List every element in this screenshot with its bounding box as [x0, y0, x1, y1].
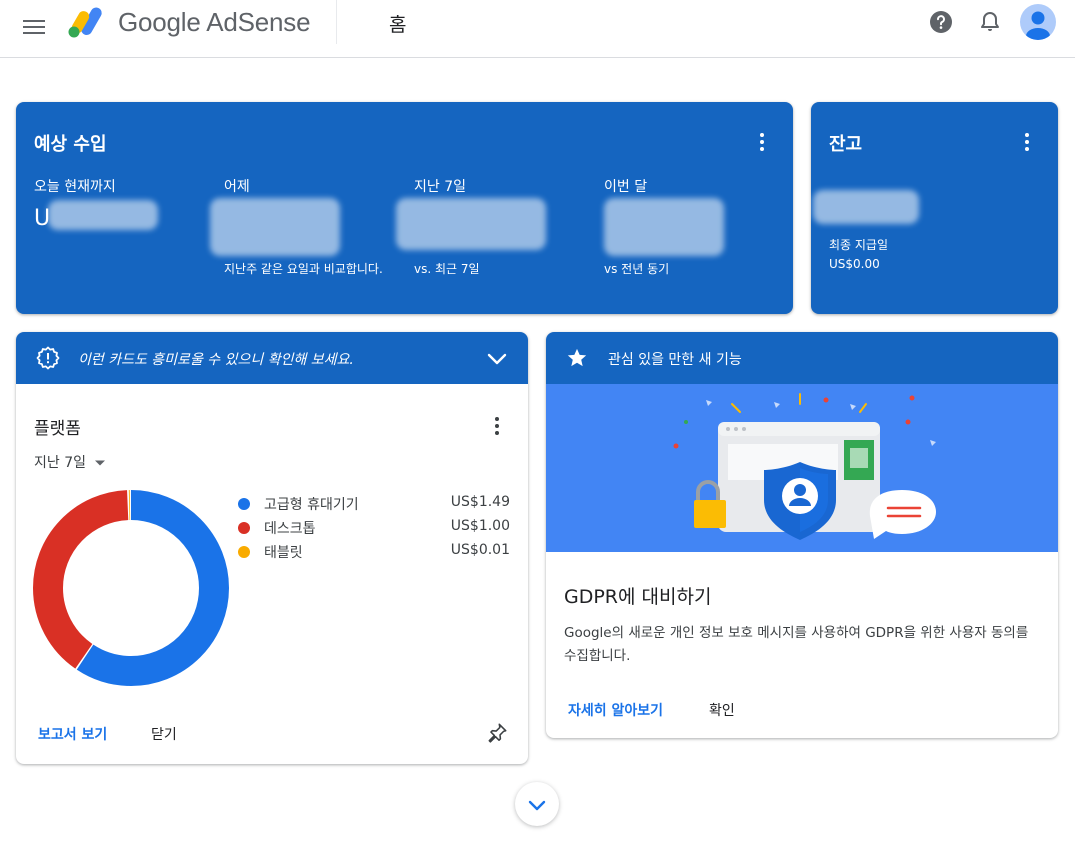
feature-header: 관심 있을 만한 새 기능: [546, 332, 1058, 384]
adsense-logo-icon: [68, 7, 102, 38]
redacted-value: [210, 198, 340, 256]
chevron-down-icon[interactable]: [486, 348, 508, 370]
platform-more-options-icon[interactable]: [487, 416, 507, 438]
legend-swatch: [238, 546, 250, 558]
estimated-earnings-card: 예상 수입 오늘 현재까지 어제 지난 7일 이번 달 U 지난주 같은 요일과…: [16, 102, 793, 314]
top-app-bar: Google AdSense 홈: [0, 0, 1075, 58]
earnings-col-yesterday: 어제: [224, 179, 250, 195]
dropdown-arrow-icon: [95, 460, 106, 466]
legend-value: US$1.49: [450, 494, 510, 510]
legend-label: 고급형 휴대기기: [264, 497, 359, 513]
balance-more-options-icon[interactable]: [1017, 132, 1037, 154]
feature-header-text: 관심 있을 만한 새 기능: [608, 352, 742, 368]
page-title: 홈: [389, 14, 407, 36]
learn-more-button[interactable]: 자세히 알아보기: [568, 700, 663, 720]
gdpr-description: Google의 새로운 개인 정보 보호 메시지를 사용하여 GDPR을 위한 …: [564, 625, 1029, 664]
redacted-value: [396, 198, 546, 250]
new-feature-card: 관심 있을 만한 새 기능 GDPR에 대비하기 Google의 새로운 개인 …: [546, 332, 1058, 738]
platform-title: 플랫폼: [34, 419, 81, 439]
account-avatar-icon: [1026, 11, 1050, 40]
legend-swatch: [238, 498, 250, 510]
brand-name: Google AdSense: [118, 7, 311, 37]
last-payment-value: US$0.00: [829, 257, 880, 271]
legend-value: US$0.01: [450, 542, 510, 558]
platform-donut-chart: [33, 490, 229, 686]
account-avatar[interactable]: [1020, 4, 1056, 40]
help-icon[interactable]: [929, 10, 953, 34]
scroll-down-button[interactable]: [515, 782, 559, 826]
gdpr-illustration-graphic: [673, 393, 936, 540]
suggestion-banner[interactable]: 이런 카드도 흥미로울 수 있으니 확인해 보세요.: [16, 332, 528, 384]
range-dropdown-label: 지난 7일: [34, 455, 86, 471]
legend-item-desktop: 데스크톱 US$1.00: [238, 518, 510, 538]
earnings-more-options-icon[interactable]: [752, 132, 772, 154]
suggestion-banner-text: 이런 카드도 흥미로울 수 있으니 확인해 보세요.: [78, 352, 354, 368]
confirm-button[interactable]: 확인: [709, 700, 735, 720]
legend-value: US$1.00: [450, 518, 510, 534]
legend-label: 데스크톱: [264, 521, 316, 537]
earnings-col-last7: 지난 7일: [414, 179, 466, 195]
earnings-note-month: vs 전년 동기: [604, 262, 670, 276]
chevron-down-icon: [528, 800, 546, 811]
star-icon: [567, 348, 587, 367]
gdpr-title: GDPR에 대비하기: [564, 586, 712, 608]
balance-card: 잔고 최종 지급일 US$0.00: [811, 102, 1058, 314]
earnings-title: 예상 수입: [34, 134, 107, 155]
close-card-button[interactable]: 닫기: [151, 724, 177, 744]
balance-title: 잔고: [829, 134, 863, 155]
redacted-value: [813, 190, 919, 224]
redacted-value: [48, 200, 158, 230]
header-divider: [336, 0, 337, 44]
gdpr-illustration: [546, 384, 1058, 552]
legend-label: 태블릿: [264, 545, 303, 561]
platform-card: 이런 카드도 흥미로울 수 있으니 확인해 보세요. 플랫폼 지난 7일 고급형…: [16, 332, 528, 764]
last-payment-label: 최종 지급일: [829, 238, 889, 252]
range-dropdown[interactable]: 지난 7일: [34, 452, 106, 472]
earnings-note-yesterday: 지난주 같은 요일과 비교합니다.: [224, 262, 383, 276]
earnings-col-month: 이번 달: [604, 179, 648, 195]
view-report-button[interactable]: 보고서 보기: [38, 724, 107, 744]
gear-alert-icon: [36, 346, 60, 370]
pin-icon[interactable]: [486, 722, 508, 744]
notifications-bell-icon[interactable]: [978, 10, 1002, 34]
earnings-note-last7: vs. 최근 7일: [414, 262, 480, 276]
legend-item-tablet: 태블릿 US$0.01: [238, 542, 510, 562]
redacted-value: [604, 198, 724, 256]
legend-item-high-end-mobile: 고급형 휴대기기 US$1.49: [238, 494, 510, 514]
menu-icon[interactable]: [20, 13, 48, 41]
earnings-col-today: 오늘 현재까지: [34, 179, 116, 195]
legend-swatch: [238, 522, 250, 534]
